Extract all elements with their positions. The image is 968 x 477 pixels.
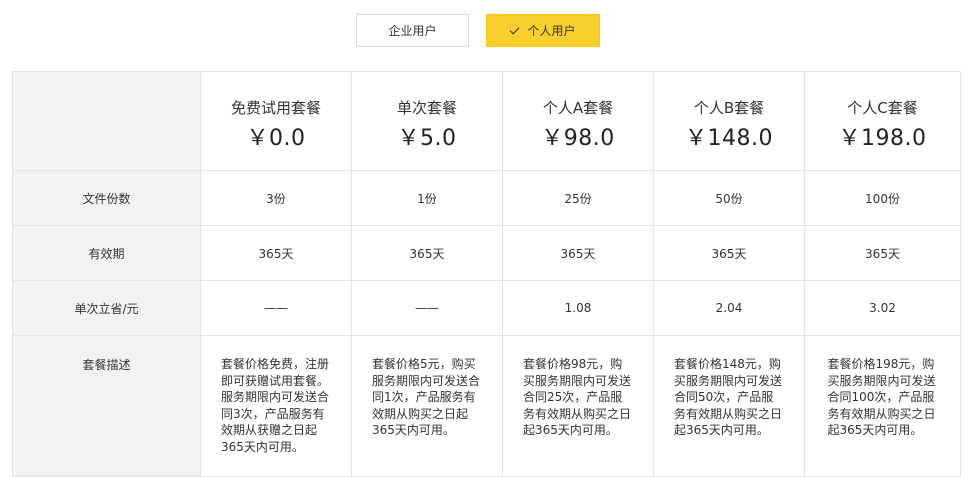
table-cell: 365天 bbox=[200, 225, 352, 281]
user-type-tabs: 企业用户 个人用户 bbox=[356, 14, 600, 47]
table-row-validity: 有效期 365天 365天 365天 365天 365天 bbox=[12, 225, 961, 281]
table-cell: 365天 bbox=[653, 225, 805, 281]
plan-name: 免费试用套餐 bbox=[230, 98, 321, 117]
check-icon bbox=[510, 24, 520, 34]
table-cell: 365天 bbox=[804, 225, 961, 281]
pricing-table: 免费试用套餐 ￥0.0 单次套餐 ￥5.0 个人A套餐 ￥98.0 个人B套餐 ￥148… bbox=[12, 71, 961, 477]
plan-header-cell: 个人A套餐 ￥98.0 bbox=[502, 71, 654, 171]
plan-name: 个人C套餐 bbox=[847, 98, 918, 117]
table-row-saving: 单次立省/元 —— —— 1.08 2.04 3.02 bbox=[12, 280, 961, 336]
corner-cell bbox=[12, 71, 201, 171]
tab-personal-label: 个人用户 bbox=[527, 24, 576, 38]
table-cell: 3.02 bbox=[804, 280, 961, 336]
table-row-description: 套餐描述 套餐价格免费，注册即可获赠试用套餐。服务期限内可发送合同3次，产品服务… bbox=[12, 335, 961, 477]
table-cell: 3份 bbox=[200, 170, 352, 226]
table-cell: 25份 bbox=[502, 170, 654, 226]
row-label: 单次立省/元 bbox=[12, 280, 201, 336]
table-cell: 365天 bbox=[502, 225, 654, 281]
tab-enterprise[interactable]: 企业用户 bbox=[356, 14, 469, 47]
plan-header-cell: 个人B套餐 ￥148.0 bbox=[653, 71, 805, 171]
row-label: 套餐描述 bbox=[12, 335, 201, 477]
table-cell: 50份 bbox=[653, 170, 805, 226]
table-cell: 365天 bbox=[351, 225, 503, 281]
plan-price: ￥5.0 bbox=[397, 125, 457, 151]
plan-header-cell: 单次套餐 ￥5.0 bbox=[351, 71, 503, 171]
table-cell: —— bbox=[200, 280, 352, 336]
table-cell: 100份 bbox=[804, 170, 961, 226]
plan-price: ￥148.0 bbox=[685, 125, 773, 151]
plan-name: 单次套餐 bbox=[396, 98, 457, 117]
table-cell: 套餐价格148元，购买服务期限内可发送合同50次，产品服务有效期从购买之日起36… bbox=[653, 335, 805, 477]
table-cell: —— bbox=[351, 280, 503, 336]
plan-description: 套餐价格5元，购买服务期限内可发送合同1次，产品服务有效期从购买之日起365天内… bbox=[372, 357, 481, 437]
plan-description: 套餐价格免费，注册即可获赠试用套餐。服务期限内可发送合同3次，产品服务有效期从获… bbox=[221, 357, 330, 454]
table-cell: 1.08 bbox=[502, 280, 654, 336]
table-cell: 套餐价格免费，注册即可获赠试用套餐。服务期限内可发送合同3次，产品服务有效期从获… bbox=[200, 335, 352, 477]
table-cell: 套餐价格198元，购买服务期限内可发送合同100次，产品服务有效期从购买之日起3… bbox=[804, 335, 961, 477]
table-cell: 1份 bbox=[351, 170, 503, 226]
plan-header-cell: 个人C套餐 ￥198.0 bbox=[804, 71, 961, 171]
row-label: 文件份数 bbox=[12, 170, 201, 226]
plan-description: 套餐价格148元，购买服务期限内可发送合同50次，产品服务有效期从购买之日起36… bbox=[674, 357, 783, 437]
row-label: 有效期 bbox=[12, 225, 201, 281]
plan-description: 套餐价格198元，购买服务期限内可发送合同100次，产品服务有效期从购买之日起3… bbox=[827, 357, 936, 437]
plan-price: ￥98.0 bbox=[541, 125, 615, 151]
plan-price: ￥0.0 bbox=[246, 125, 306, 151]
plan-header-row: 免费试用套餐 ￥0.0 单次套餐 ￥5.0 个人A套餐 ￥98.0 个人B套餐 ￥148… bbox=[12, 71, 961, 171]
plan-description: 套餐价格98元，购买服务期限内可发送合同25次，产品服务有效期从购买之日起365… bbox=[523, 357, 632, 437]
tab-personal[interactable]: 个人用户 bbox=[486, 14, 600, 47]
table-cell: 2.04 bbox=[653, 280, 805, 336]
plan-name: 个人B套餐 bbox=[693, 98, 765, 117]
plan-price: ￥198.0 bbox=[838, 125, 927, 151]
table-cell: 套餐价格5元，购买服务期限内可发送合同1次，产品服务有效期从购买之日起365天内… bbox=[351, 335, 503, 477]
tab-enterprise-label: 企业用户 bbox=[388, 24, 437, 38]
plan-name: 个人A套餐 bbox=[542, 98, 614, 117]
table-cell: 套餐价格98元，购买服务期限内可发送合同25次，产品服务有效期从购买之日起365… bbox=[502, 335, 654, 477]
plan-header-cell: 免费试用套餐 ￥0.0 bbox=[200, 71, 352, 171]
table-row-files: 文件份数 3份 1份 25份 50份 100份 bbox=[12, 170, 961, 226]
